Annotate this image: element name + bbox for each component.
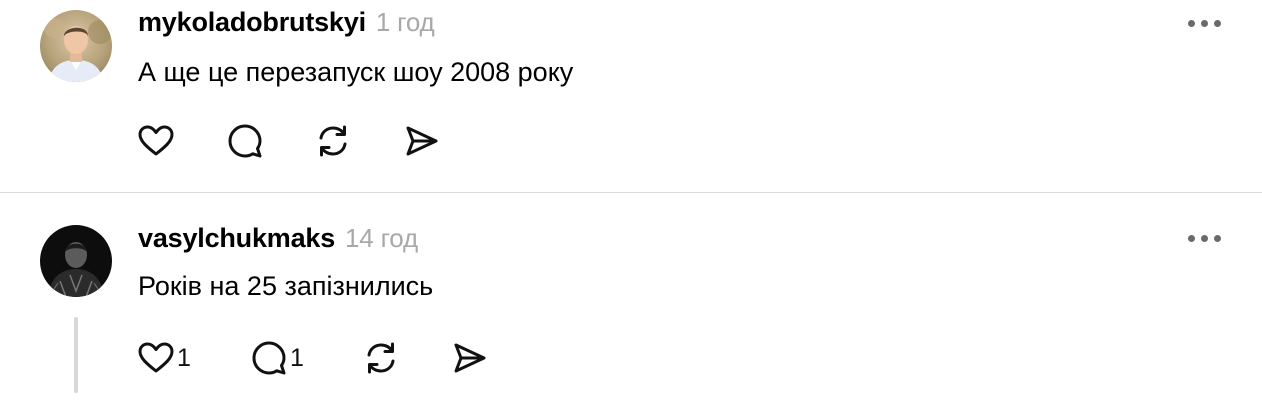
like-count: 1: [177, 343, 191, 372]
username-link[interactable]: vasylchukmaks: [138, 223, 335, 253]
comment-header: mykoladobrutskyi 1 год: [138, 7, 435, 38]
heart-icon: [137, 339, 175, 377]
heart-icon: [137, 122, 175, 160]
avatar[interactable]: [40, 10, 112, 82]
send-icon: [402, 122, 440, 160]
comment-text: А ще це перезапуск шоу 2008 року: [138, 57, 574, 87]
reply-button[interactable]: [226, 121, 264, 161]
more-options-button[interactable]: [1184, 232, 1224, 246]
avatar[interactable]: [40, 225, 112, 297]
send-icon: [450, 339, 488, 377]
like-button[interactable]: [137, 121, 175, 161]
more-options-button[interactable]: [1184, 17, 1224, 31]
like-button[interactable]: 1: [137, 338, 191, 378]
more-dots-icon: [1188, 235, 1195, 242]
comment-item: vasylchukmaks 14 год Років на 25 запізнил…: [0, 193, 1262, 412]
comment-header: vasylchukmaks 14 год: [138, 223, 418, 254]
speech-bubble-icon: [226, 122, 264, 160]
comment-text: Років на 25 запізнились: [138, 271, 434, 301]
reply-button[interactable]: 1: [250, 338, 304, 378]
share-button[interactable]: [402, 121, 440, 161]
more-dots-icon: [1188, 20, 1195, 27]
repost-arrows-icon: [314, 122, 352, 160]
repost-button[interactable]: [314, 121, 352, 161]
share-button[interactable]: [450, 338, 488, 378]
repost-button[interactable]: [362, 338, 400, 378]
reply-count: 1: [290, 343, 304, 372]
speech-bubble-icon: [250, 339, 288, 377]
timestamp[interactable]: 14 год: [345, 223, 418, 253]
thread-line: [74, 317, 78, 393]
repost-arrows-icon: [362, 339, 400, 377]
comment-item: mykoladobrutskyi 1 год А ще це перезапуск…: [0, 0, 1262, 192]
username-link[interactable]: mykoladobrutskyi: [138, 7, 366, 37]
timestamp[interactable]: 1 год: [376, 7, 435, 37]
